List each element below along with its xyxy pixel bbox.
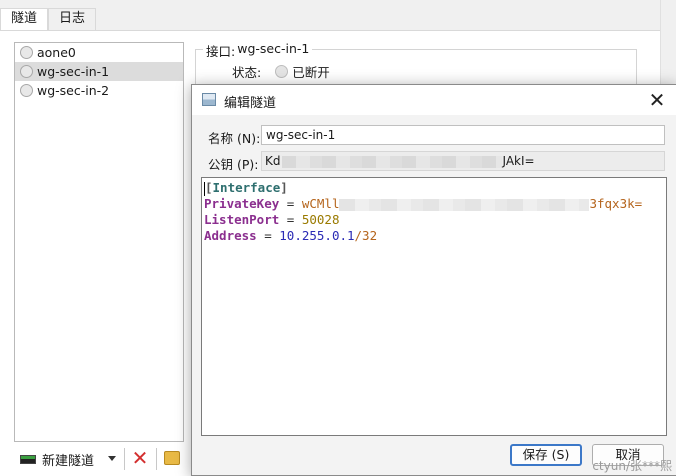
delete-x-icon: ✕ [131,446,149,470]
config-editor[interactable]: [Interface] PrivateKey = wCMll 3fqx3k= Li… [201,177,667,436]
tunnel-name: wg-sec-in-2 [37,83,110,98]
tab-bar: 隧道 日志 [0,8,660,32]
privatekey-suffix: 3fqx3k= [589,196,643,211]
status-label: 状态: [232,65,262,80]
delete-tunnel-button[interactable]: ✕ [130,448,150,470]
dialog-titlebar: 编辑隧道 ✕ [192,85,676,115]
tunnel-item-wg-sec-in-1[interactable]: wg-sec-in-1 [15,62,183,81]
status-dot-icon [20,46,33,59]
edit-tunnel-dialog: 编辑隧道 ✕ 名称 (N): 公钥 (P): Kd JAkI= [Interfac… [191,84,676,476]
new-tunnel-button[interactable]: 新建隧道 [20,449,94,469]
tunnel-item-wg-sec-in-2[interactable]: wg-sec-in-2 [15,81,183,100]
status-row: 状态: 已断开 [232,62,330,81]
config-key: Address [204,228,257,243]
tunnel-name: aone0 [37,45,76,60]
pubkey-suffix: JAkI= [502,154,535,168]
listenport-value: 50028 [301,212,340,227]
tunnel-list: aone0 wg-sec-in-1 wg-sec-in-2 [14,42,184,442]
interface-label: 接口: [206,44,236,59]
config-key: PrivateKey [204,196,280,211]
redacted-block [281,155,502,168]
status-value: 已断开 [292,65,330,80]
name-input[interactable] [261,125,665,145]
pubkey-field[interactable]: Kd JAkI= [261,151,665,171]
name-label: 名称 (N): [208,131,261,146]
close-button[interactable]: ✕ [644,87,670,113]
pubkey-label: 公钥 (P): [208,157,259,172]
config-key: ListenPort [204,212,280,227]
watermark: ctyun/张***熙 [592,459,672,473]
redacted-block [339,198,590,211]
status-dot-icon [275,65,289,78]
chevron-down-icon[interactable] [108,456,116,461]
new-tunnel-label: 新建隧道 [42,453,95,469]
config-line-listenport: ListenPort = 50028 [204,212,340,227]
config-line-privatekey: PrivateKey = wCMll 3fqx3k= [204,196,643,211]
address-cidr: /32 [354,228,378,243]
privatekey-prefix: wCMll [301,196,340,211]
tunnel-add-icon [20,454,36,464]
folder-icon[interactable] [164,451,180,465]
tunnel-toolbar: 新建隧道 ✕ [14,446,194,472]
interface-name: wg-sec-in-1 [237,41,310,56]
window-icon [202,93,216,106]
status-dot-icon [20,84,33,97]
tunnel-item-aone0[interactable]: aone0 [15,43,183,62]
save-button[interactable]: 保存 (S) [510,444,582,466]
toolbar-divider [124,448,125,470]
tab-log[interactable]: 日志 [48,8,97,30]
pubkey-prefix: Kd [265,154,281,168]
toolbar-divider [156,448,157,470]
close-icon: ✕ [648,88,666,112]
interface-caption: 接口: wg-sec-in-1 [203,41,313,60]
config-section: [Interface] [205,180,288,195]
address-ip: 10.255.0.1 [279,228,355,243]
config-line-section: [Interface] [204,180,664,196]
status-dot-icon [20,65,33,78]
tunnel-name: wg-sec-in-1 [37,64,110,79]
config-line-address: Address = 10.255.0.1/32 [204,228,378,243]
tab-tunnels[interactable]: 隧道 [0,8,49,32]
dialog-title: 编辑隧道 [224,96,277,111]
